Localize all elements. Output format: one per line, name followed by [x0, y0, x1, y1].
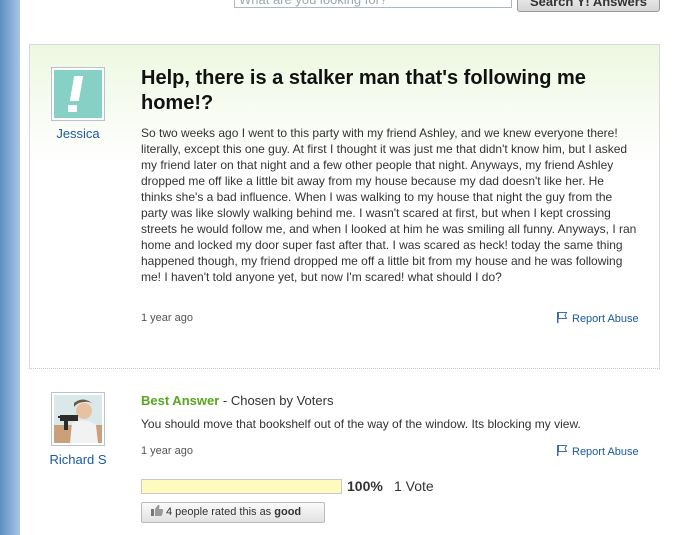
rated-text: 4 people rated this as [166, 506, 272, 518]
vote-progress-bar [141, 479, 342, 494]
report-abuse-link[interactable]: Report Abuse [556, 444, 639, 458]
section-divider [29, 368, 660, 369]
flag-icon [557, 445, 568, 456]
rate-good-button[interactable]: 4 people rated this as good [141, 502, 325, 523]
answer-timestamp: 1 year ago [141, 445, 193, 457]
question-timestamp: 1 year ago [141, 312, 193, 324]
answer-body: You should move that bookshelf out of th… [141, 417, 581, 431]
chosen-by-voters-label: - Chosen by Voters [219, 393, 334, 408]
search-button[interactable]: Search Y! Answers [517, 0, 660, 12]
answerer-avatar[interactable] [51, 392, 105, 446]
asker-name-link[interactable]: Jessica [40, 126, 116, 141]
left-edge-strip [0, 0, 20, 535]
report-abuse-label: Report Abuse [572, 446, 639, 458]
flag-icon [557, 312, 568, 323]
vote-count: 1 Vote [394, 478, 434, 494]
best-answer-label: Best Answer [141, 393, 220, 408]
rated-good: good [274, 506, 302, 518]
question-body: So two weeks ago I went to this party wi… [141, 126, 637, 284]
exclamation-avatar-icon [54, 70, 102, 118]
thumbs-up-icon [151, 504, 164, 516]
asker-avatar[interactable] [51, 67, 105, 121]
user-photo-icon [54, 395, 102, 443]
report-abuse-label: Report Abuse [572, 313, 639, 325]
vote-progress-fill [142, 480, 341, 493]
search-input[interactable]: What are you looking for? [234, 0, 512, 8]
vote-percent: 100% [347, 478, 383, 494]
answerer-name-link[interactable]: Richard S [40, 452, 116, 467]
report-abuse-link[interactable]: Report Abuse [556, 311, 639, 325]
question-title: Help, there is a stalker man that's foll… [141, 67, 586, 114]
best-answer-heading: Best Answer - Chosen by Voters [141, 393, 333, 408]
